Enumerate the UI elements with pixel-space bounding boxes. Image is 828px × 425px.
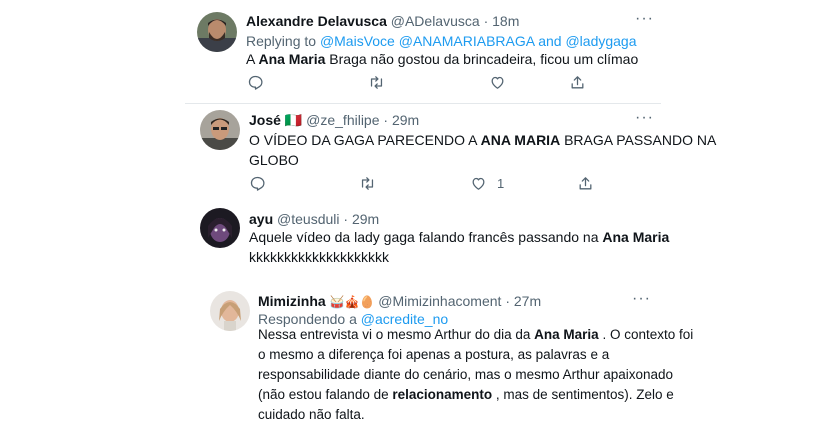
reply-icon (250, 176, 265, 191)
share-icon (579, 177, 592, 190)
text-line: o mesmo a diferença foi apenas a postura… (258, 347, 610, 362)
text-span: Aquele vídeo da lady gaga falando francê… (249, 229, 599, 245)
tweet-card[interactable]: Mimizinha 🥁🎪🥚 @Mimizinhacoment · 27m ···… (200, 281, 693, 422)
share-icon (571, 76, 584, 89)
retweet-button[interactable] (368, 74, 385, 91)
tweet-card[interactable]: Alexandre Delavusca @ADelavusca · 18m ··… (185, 0, 661, 103)
user-handle[interactable]: @ze_fhilipe (306, 112, 379, 128)
timestamp[interactable]: 27m (514, 293, 541, 309)
display-name[interactable]: Alexandre Delavusca (246, 13, 387, 29)
highlight-text: Ana Maria (258, 51, 326, 67)
replying-joiner: and (538, 33, 562, 49)
avatar-image (200, 208, 240, 248)
avatar[interactable] (200, 110, 240, 150)
replying-to: Replying to @MaisVoce @ANAMARIABRAGA and… (246, 31, 637, 51)
text-span: A (246, 51, 255, 67)
more-icon[interactable]: ··· (632, 291, 651, 307)
tweet-card[interactable]: ayu @teusduli · 29m Aquele vídeo da lady… (185, 200, 669, 280)
text-line: kkkkkkkkkkkkkkkkkkkk (249, 249, 389, 265)
avatar[interactable] (197, 12, 237, 52)
timestamp[interactable]: 18m (492, 13, 519, 29)
text-span: , mas de sentimentos). Zelo e (495, 387, 674, 402)
like-icon (491, 76, 504, 89)
like-button[interactable] (489, 74, 506, 91)
reply-icon (248, 75, 263, 90)
user-handle[interactable]: @Mimizinhacoment (378, 293, 501, 309)
highlight-text: Ana Maria (534, 327, 599, 342)
mention-link[interactable]: @ANAMARIABRAGA (399, 33, 535, 49)
retweet-icon (361, 177, 374, 190)
display-name[interactable]: ayu (249, 211, 273, 227)
text-span: BRAGA PASSANDO NA (564, 132, 717, 148)
user-handle[interactable]: @ADelavusca (391, 13, 480, 29)
like-icon (472, 177, 485, 190)
dot-separator: · (383, 112, 389, 128)
avatar[interactable] (210, 291, 250, 331)
mention-link[interactable]: @ladygaga (565, 33, 636, 49)
text-line: responsabilidade diante do cenário, mas … (258, 367, 674, 382)
avatar-image (197, 12, 237, 52)
text-span: O VÍDEO DA GAGA PARECENDO A (249, 132, 477, 148)
mention-link[interactable]: @MaisVoce (320, 33, 395, 49)
text-span: (não estou falando de (258, 387, 389, 402)
text-line: cuidado não falta. (258, 407, 365, 422)
text-span: . O contexto foi (602, 327, 694, 342)
avatar-image (200, 110, 240, 150)
highlight-text: relacionamento (392, 387, 493, 402)
highlight-text: Ana Maria (602, 229, 670, 245)
highlight-text: ANA MARIA (480, 132, 561, 148)
display-name[interactable]: Mimizinha (258, 293, 326, 309)
text-span: Braga não gostou da brincadeira, ficou u… (329, 51, 639, 67)
avatar[interactable] (200, 208, 240, 248)
tweet-text: O VÍDEO DA GAGA PARECENDO A ANA MARIA BR… (249, 130, 716, 170)
text-line: GLOBO (249, 152, 299, 168)
share-button[interactable] (569, 74, 586, 91)
like-button[interactable]: 1 (470, 175, 504, 192)
tweet-card[interactable]: José 🇮🇹 @ze_fhilipe · 29m ··· O VÍDEO DA… (185, 104, 716, 196)
reply-button[interactable] (249, 175, 266, 192)
text-span: Nessa entrevista vi o mesmo Arthur do di… (258, 327, 531, 342)
flag-emoji: 🇮🇹 (284, 112, 303, 128)
reply-button[interactable] (247, 74, 264, 91)
retweet-icon (370, 76, 383, 89)
like-count: 1 (497, 176, 505, 191)
tweet-header: Alexandre Delavusca @ADelavusca · 18m (246, 12, 519, 30)
timestamp[interactable]: 29m (352, 211, 379, 227)
share-button[interactable] (577, 175, 594, 192)
timestamp[interactable]: 29m (392, 112, 419, 128)
tweet-text: A Ana Maria Braga não gostou da brincade… (246, 49, 638, 69)
display-name[interactable]: José (249, 112, 281, 128)
tweet-text: Nessa entrevista vi o mesmo Arthur do di… (258, 325, 693, 425)
tweet-text: Aquele vídeo da lady gaga falando francê… (249, 227, 669, 267)
avatar-image (210, 291, 250, 331)
retweet-button[interactable] (359, 175, 376, 192)
dot-separator: · (483, 13, 489, 29)
more-icon[interactable]: ··· (635, 110, 654, 126)
tweet-header: ayu @teusduli · 29m (249, 210, 379, 228)
more-icon[interactable]: ··· (635, 11, 654, 27)
user-handle[interactable]: @teusduli (277, 211, 339, 227)
name-emojis: 🥁🎪🥚 (329, 295, 375, 309)
dot-separator: · (343, 211, 349, 227)
tweet-header: Mimizinha 🥁🎪🥚 @Mimizinhacoment · 27m (258, 292, 541, 311)
dot-separator: · (505, 293, 510, 309)
replying-prefix: Replying to (246, 33, 317, 49)
tweet-header: José 🇮🇹 @ze_fhilipe · 29m (249, 111, 419, 129)
